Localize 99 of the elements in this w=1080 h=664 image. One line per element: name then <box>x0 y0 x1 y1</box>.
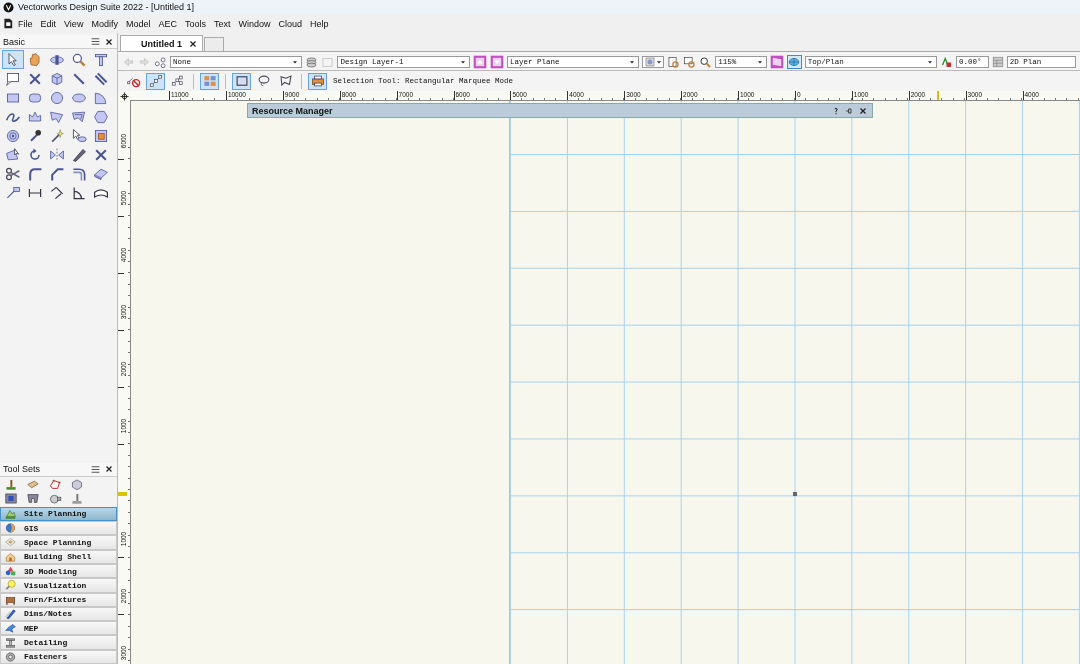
shapes-icon <box>3 565 18 578</box>
document-tab[interactable]: Untitled 1 <box>120 35 203 51</box>
tee-icon <box>93 51 109 68</box>
ruler-origin-icon <box>119 91 129 101</box>
menu-item[interactable]: Help <box>306 18 333 29</box>
caret-icon <box>458 58 467 66</box>
menu-item[interactable]: Window <box>234 18 275 29</box>
tool-set-item[interactable]: GIS <box>0 521 117 536</box>
menu-item[interactable]: Tools <box>180 18 210 29</box>
fillet-icon <box>27 165 43 182</box>
offset-icon <box>71 165 87 182</box>
column-icon[interactable] <box>69 492 85 506</box>
beam-icon <box>3 636 18 649</box>
origin-mark-icon <box>793 492 797 496</box>
menu-item[interactable]: File <box>14 18 37 29</box>
window-icon[interactable] <box>3 492 19 506</box>
leader-icon <box>5 184 21 201</box>
close-icon <box>858 105 868 116</box>
polygon-lasso-icon <box>278 74 293 88</box>
close-icon <box>104 36 114 47</box>
globe-icon <box>3 522 18 535</box>
table-icon <box>991 56 1004 68</box>
frame-icon <box>93 127 109 144</box>
chamfer-icon <box>49 165 65 182</box>
rotate-plan-icon <box>940 55 954 69</box>
corner-icon <box>71 184 87 201</box>
pencil-icon <box>3 607 18 620</box>
app-logo-icon <box>3 1 14 13</box>
caret-icon <box>755 58 764 66</box>
caret-icon <box>291 58 300 66</box>
wand-icon <box>49 127 65 144</box>
reshape-icon <box>5 146 21 163</box>
callout-icon <box>5 70 21 87</box>
tool-set-item[interactable]: MEP <box>0 621 117 636</box>
help-icon <box>832 106 840 115</box>
menu-item[interactable]: Edit <box>36 18 61 29</box>
tool-set-item[interactable]: Space Planning <box>0 535 117 550</box>
caret-icon <box>926 58 935 66</box>
pointer-icon <box>71 127 87 144</box>
angle-icon <box>49 184 65 201</box>
tool-set-item[interactable]: Visualization <box>0 578 117 593</box>
palette-title: Tool Sets <box>3 464 42 475</box>
panels-icon <box>202 74 217 88</box>
window-title: Vectorworks Design Suite 2022 - [Untitled 1] <box>18 2 195 12</box>
marquee-icon <box>234 74 249 88</box>
menu-icon <box>90 463 101 475</box>
menu-item[interactable]: AEC <box>154 18 181 29</box>
magnifier-icon <box>71 51 87 68</box>
printer-icon <box>310 74 325 88</box>
tool-set-item[interactable]: Site Planning <box>0 506 117 522</box>
pen-icon <box>71 146 87 163</box>
menu-item[interactable]: View <box>60 18 88 29</box>
view-button[interactable] <box>786 55 802 69</box>
view-plane-icon <box>769 55 784 69</box>
gear-icon <box>3 650 18 663</box>
layers-icon <box>305 55 319 69</box>
cursor-marker <box>118 492 127 496</box>
hexagon-icon <box>93 108 109 125</box>
close-icon <box>188 38 198 49</box>
menu-icon <box>90 36 101 47</box>
render-dropdown[interactable] <box>642 56 665 68</box>
polygon-icon[interactable] <box>47 478 63 492</box>
mode-button[interactable] <box>146 72 165 90</box>
menu-item[interactable]: Model <box>121 18 155 29</box>
globe-icon <box>788 56 801 68</box>
palette-title-bar[interactable]: Resource Manager <box>247 103 873 118</box>
bulb-icon <box>3 579 18 592</box>
landscape-icon <box>3 507 18 520</box>
pipe-icon <box>3 622 18 635</box>
forward-icon <box>138 56 151 68</box>
lasso-icon <box>256 74 271 88</box>
figure-icon[interactable] <box>3 478 19 492</box>
mirror-icon <box>49 146 65 163</box>
house-icon <box>3 550 18 563</box>
mode-button[interactable] <box>232 72 251 90</box>
tile-icon <box>3 536 18 549</box>
rotate-icon <box>27 146 43 163</box>
render-icon <box>645 57 656 67</box>
palette-title: Basic <box>3 36 26 47</box>
many-points-icon <box>170 74 185 88</box>
caret-icon <box>655 58 664 66</box>
circle-icon <box>49 89 65 106</box>
menu-item[interactable]: Cloud <box>274 18 306 29</box>
two-points-icon <box>148 74 163 88</box>
menu-item[interactable]: Text <box>209 18 235 29</box>
cursor-marker <box>937 91 939 100</box>
mode-button[interactable] <box>308 72 327 90</box>
menu-item[interactable]: Modify <box>87 18 122 29</box>
back-icon <box>122 56 135 68</box>
caret-icon <box>628 58 637 66</box>
bracket-icon[interactable] <box>25 492 41 506</box>
scissors-icon <box>5 165 21 182</box>
palette-title: Resource Manager <box>252 105 334 116</box>
document-icon <box>2 17 14 30</box>
drawing-area[interactable]: Resource Manager <box>131 101 1080 664</box>
spiral-icon <box>5 127 21 144</box>
double-line-icon <box>93 70 109 87</box>
hand-icon <box>27 51 43 68</box>
tool-set-item[interactable]: Detailing <box>0 635 117 650</box>
